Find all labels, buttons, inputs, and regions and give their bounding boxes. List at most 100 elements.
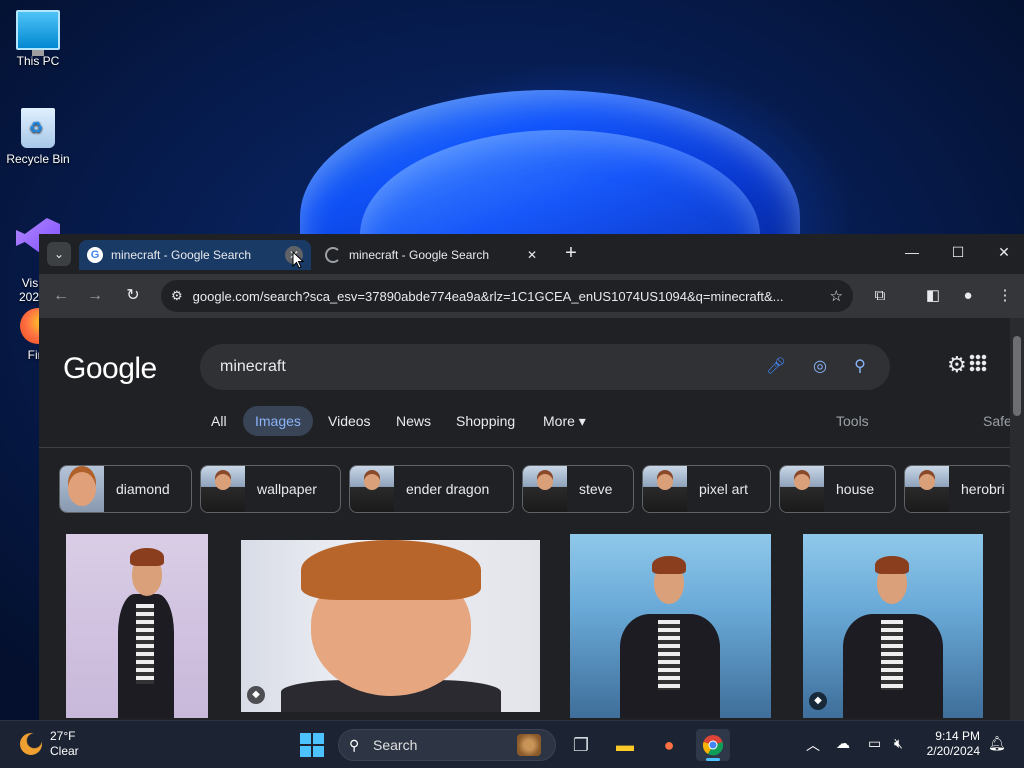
reload-button[interactable]: ↻ [117, 280, 149, 312]
tab-shopping[interactable]: Shopping [444, 406, 527, 436]
notification-bell-icon[interactable]: 🔔︎ [988, 735, 1006, 752]
task-view-icon[interactable]: ❐ [564, 729, 598, 761]
image-result[interactable] [66, 534, 208, 718]
desktop-icon-label: This PC [16, 54, 60, 68]
site-info-icon[interactable]: ⚙ [171, 288, 183, 304]
side-panel-icon[interactable]: ◧ [917, 280, 949, 312]
search-icon: ⚲ [349, 737, 360, 753]
loading-spinner-icon [325, 247, 341, 263]
chip-label: diamond [116, 481, 170, 497]
taskbar-search-box[interactable]: ⚲ Search [338, 729, 556, 761]
tools-button[interactable]: Tools [836, 406, 869, 436]
image-results-grid: ◆ ◆ [39, 534, 1010, 720]
chip-label: steve [579, 481, 613, 497]
chip-thumbnail [523, 466, 567, 512]
search-box[interactable]: minecraft 🎤︎ ◎ ⚲ [200, 344, 890, 390]
chip-wallpaper[interactable]: wallpaper [200, 465, 341, 513]
product-tag-icon: ◆ [247, 686, 265, 704]
windows-start-icon[interactable] [300, 733, 324, 757]
weather-temperature: 27°F [50, 729, 76, 743]
monitor-icon [16, 10, 60, 56]
chip-ender-dragon[interactable]: ender dragon [349, 465, 514, 513]
tab-inactive[interactable]: minecraft - Google Search ✕ [317, 240, 549, 270]
image-result[interactable]: ◆ [803, 534, 983, 718]
mouse-cursor-icon [292, 250, 305, 269]
google-logo[interactable]: Google [63, 352, 157, 386]
moon-weather-icon[interactable] [20, 733, 42, 755]
weather-widget[interactable]: 27°F Clear [50, 729, 79, 759]
chevron-down-icon: ⌄ [53, 247, 65, 261]
chip-steve[interactable]: steve [522, 465, 634, 513]
chip-diamond[interactable]: diamond [59, 465, 192, 513]
chrome-taskbar-icon[interactable] [696, 729, 730, 761]
forward-button[interactable]: → [79, 280, 111, 312]
recycle-bin-icon: ♻ [21, 108, 55, 148]
chip-thumbnail [350, 466, 394, 512]
microphone-icon[interactable]: 🎤︎ [764, 355, 788, 379]
url-text[interactable]: google.com/search?sca_esv=37890abde774ea… [193, 289, 822, 304]
chip-house[interactable]: house [779, 465, 896, 513]
new-tab-button[interactable]: + [559, 242, 583, 266]
tab-strip: ⌄ G minecraft - Google Search ✕ minecraf… [39, 234, 1024, 274]
chip-thumbnail [780, 466, 824, 512]
show-hidden-icons-chevron-icon[interactable]: ︿ [806, 735, 820, 755]
chip-label: pixel art [699, 481, 749, 497]
desktop-icon-this-pc[interactable]: This PC [0, 10, 76, 68]
divider [39, 447, 1010, 448]
tab-images[interactable]: Images [243, 406, 313, 436]
maximize-button[interactable]: ☐ [935, 234, 981, 270]
chip-pixel-art[interactable]: pixel art [642, 465, 771, 513]
lens-icon[interactable]: ◎ [808, 355, 832, 379]
chrome-window: ⌄ G minecraft - Google Search ✕ minecraf… [39, 234, 1024, 720]
related-search-chips: diamond wallpaper ender dragon steve pix… [59, 465, 1010, 513]
tab-title: minecraft - Google Search [349, 248, 490, 262]
chip-label: ender dragon [406, 481, 490, 497]
page-scrollbar[interactable] [1010, 318, 1024, 720]
menu-kebab-icon[interactable]: ⋮ [989, 280, 1021, 312]
tab-videos[interactable]: Videos [316, 406, 383, 436]
chip-herobrine[interactable]: herobri [904, 465, 1010, 513]
tab-all[interactable]: All [199, 406, 239, 436]
google-images-page: Google minecraft 🎤︎ ◎ ⚲ ⚙ All Images Vid… [39, 318, 1010, 720]
chip-label: herobri [961, 481, 1005, 497]
weather-condition: Clear [50, 744, 79, 758]
chip-thumbnail [201, 466, 245, 512]
apps-grid-icon[interactable] [969, 354, 987, 372]
display-icon[interactable]: ▭ [868, 735, 881, 752]
profile-icon[interactable]: ● [952, 280, 984, 312]
search-highlight-icon [517, 734, 541, 756]
gear-icon[interactable]: ⚙ [947, 352, 967, 378]
tab-title: minecraft - Google Search [111, 248, 252, 262]
chip-thumbnail [60, 466, 104, 512]
scrollbar-thumb[interactable] [1013, 336, 1021, 416]
safesearch-button[interactable]: Safe [983, 406, 1010, 436]
address-bar[interactable]: ⚙ google.com/search?sca_esv=37890abde774… [161, 280, 853, 312]
desktop-icon-recycle-bin[interactable]: ♻ Recycle Bin [0, 108, 76, 166]
back-button[interactable]: ← [45, 280, 77, 312]
chip-thumbnail [643, 466, 687, 512]
taskbar: 27°F Clear ⚲ Search ❐ ▬ ● ︿ ☁ ▭ 🔇︎ 9:14 … [0, 720, 1024, 768]
chip-label: house [836, 481, 875, 497]
image-result[interactable] [570, 534, 771, 718]
firefox-taskbar-icon[interactable]: ● [652, 729, 686, 761]
tab-active[interactable]: G minecraft - Google Search ✕ [79, 240, 311, 270]
google-favicon-icon: G [87, 247, 103, 263]
close-window-button[interactable]: ✕ [981, 234, 1024, 270]
search-icon[interactable]: ⚲ [848, 355, 872, 379]
tab-news[interactable]: News [384, 406, 443, 436]
system-clock[interactable]: 9:14 PM 2/20/2024 [918, 729, 980, 759]
desktop-icon-label: Recycle Bin [6, 152, 70, 166]
tab-search-button[interactable]: ⌄ [47, 242, 71, 266]
file-explorer-icon[interactable]: ▬ [608, 729, 642, 761]
onedrive-icon[interactable]: ☁ [836, 735, 850, 752]
volume-muted-icon[interactable]: 🔇︎ [894, 735, 903, 752]
browser-toolbar: ← → ↻ ⚙ google.com/search?sca_esv=37890a… [39, 274, 1024, 318]
extensions-icon[interactable]: ⧉ [864, 280, 896, 312]
chip-thumbnail [905, 466, 949, 512]
tab-more[interactable]: More ▾ [531, 406, 598, 436]
search-input[interactable]: minecraft [220, 358, 286, 376]
image-result[interactable]: ◆ [241, 540, 540, 712]
tab-close-icon[interactable]: ✕ [523, 246, 541, 264]
minimize-button[interactable]: — [889, 234, 935, 270]
bookmark-star-icon[interactable]: ☆ [830, 287, 843, 305]
